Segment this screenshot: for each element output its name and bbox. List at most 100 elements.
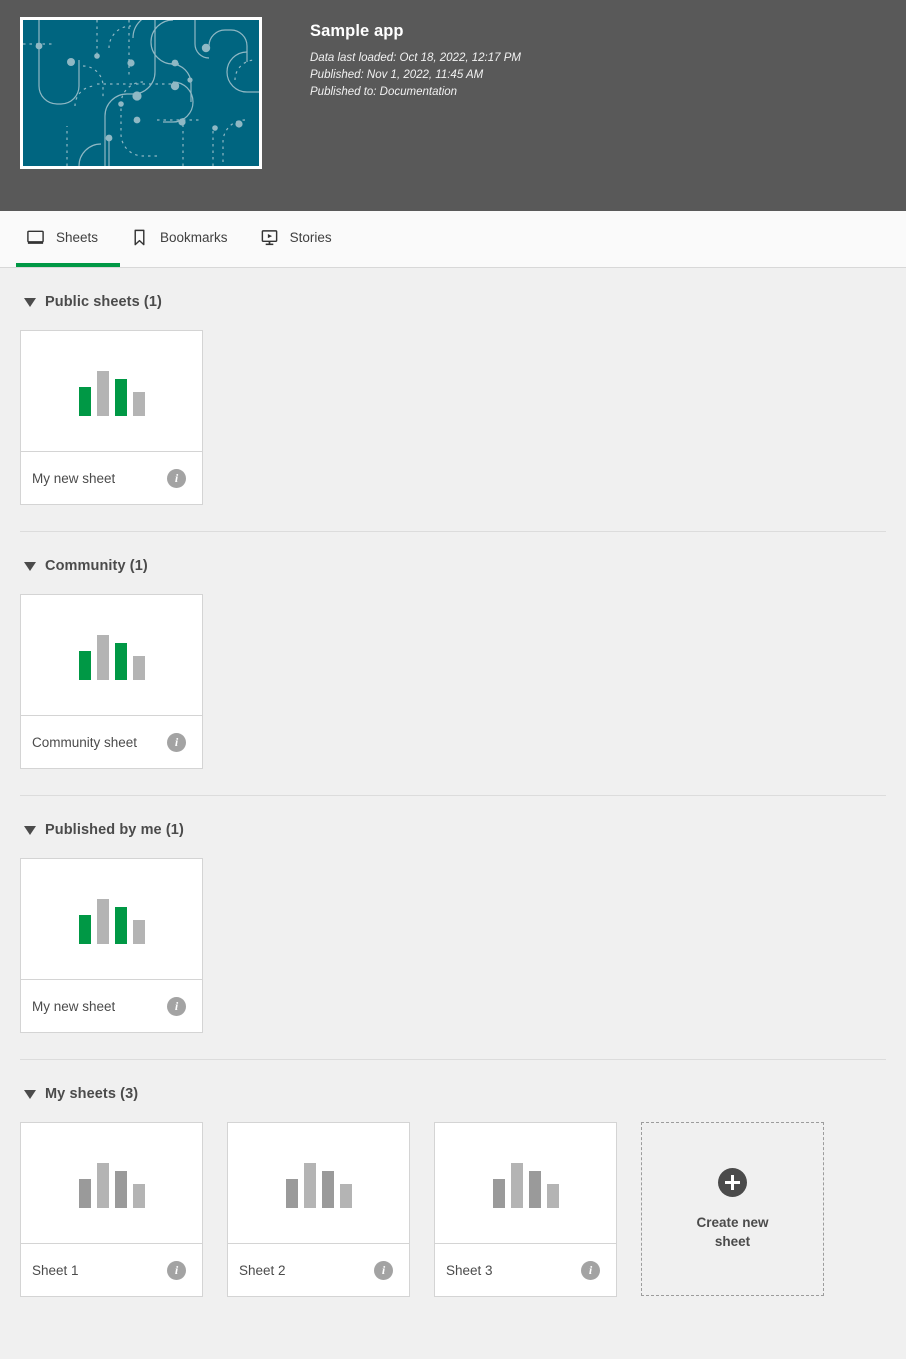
sheet-card-footer: My new sheet i xyxy=(21,980,202,1032)
chart-bar xyxy=(528,1171,541,1208)
tab-bookmarks[interactable]: Bookmarks xyxy=(120,211,250,267)
app-published-to: Published to: Documentation xyxy=(310,86,458,98)
chart-bar xyxy=(96,899,109,944)
section-header-toggle[interactable]: Public sheets (1) xyxy=(20,268,886,330)
sheet-thumbnail-chart xyxy=(492,1158,559,1208)
sheet-card-row: Sheet 1 i Sheet 2 i Sheet 3 i Create new sheet xyxy=(20,1122,886,1299)
sheet-name: Sheet 2 xyxy=(239,1262,286,1278)
chart-bar xyxy=(114,1171,127,1208)
app-title: Sample app xyxy=(310,22,404,40)
chart-bar xyxy=(492,1179,505,1208)
chart-bar xyxy=(114,907,127,944)
chevron-down-icon xyxy=(24,1089,36,1099)
info-icon[interactable]: i xyxy=(167,468,186,488)
sheet-section: Community (1) Community sheet i xyxy=(0,532,906,796)
info-icon[interactable]: i xyxy=(581,1260,600,1280)
sheet-thumbnail xyxy=(21,595,202,716)
section-header-toggle[interactable]: My sheets (3) xyxy=(20,1060,886,1122)
chart-bar xyxy=(114,643,127,680)
chart-bar xyxy=(96,1163,109,1208)
sheet-section: Published by me (1) My new sheet i xyxy=(0,796,906,1060)
tab-bookmarks-label: Bookmarks xyxy=(160,229,228,245)
sheet-card-row: Community sheet i xyxy=(20,594,886,771)
tab-bar: Sheets Bookmarks Stories xyxy=(0,211,906,268)
sheet-card[interactable]: My new sheet i xyxy=(20,858,203,1033)
sheet-card[interactable]: My new sheet i xyxy=(20,330,203,505)
section-title: Community (1) xyxy=(45,558,148,574)
sheet-section: Public sheets (1) My new sheet i xyxy=(0,268,906,532)
section-title: My sheets (3) xyxy=(45,1086,139,1102)
chevron-down-icon xyxy=(24,825,36,835)
sheet-thumbnail-chart xyxy=(78,630,145,680)
app-thumbnail-pattern xyxy=(23,20,259,166)
chart-bar xyxy=(78,651,91,680)
app-meta: Sample app Data last loaded: Oct 18, 202… xyxy=(310,17,521,101)
app-header: Sample app Data last loaded: Oct 18, 202… xyxy=(0,0,906,211)
sheet-card[interactable]: Sheet 3 i xyxy=(434,1122,617,1297)
story-icon xyxy=(261,229,277,245)
chart-bar xyxy=(285,1179,298,1208)
sheet-name: Sheet 1 xyxy=(32,1262,79,1278)
sheet-thumbnail xyxy=(435,1123,616,1244)
chart-bar xyxy=(96,371,109,416)
sheet-thumbnail-chart xyxy=(78,1158,145,1208)
chart-bar xyxy=(132,920,145,944)
tab-stories[interactable]: Stories xyxy=(250,211,354,267)
sheet-thumbnail-chart xyxy=(285,1158,352,1208)
chart-bar xyxy=(114,379,127,416)
info-icon[interactable]: i xyxy=(167,732,186,752)
sheet-thumbnail-chart xyxy=(78,366,145,416)
sheet-thumbnail xyxy=(21,859,202,980)
sheets-content: Public sheets (1) My new sheet i Community … xyxy=(0,268,906,1299)
sheet-thumbnail-chart xyxy=(78,894,145,944)
sheet-card-footer: Community sheet i xyxy=(21,716,202,768)
sheet-name: My new sheet xyxy=(32,998,116,1014)
app-data-last-loaded: Data last loaded: Oct 18, 2022, 12:17 PM xyxy=(310,52,521,64)
sheet-thumbnail xyxy=(21,331,202,452)
sheet-section: My sheets (3) Sheet 1 i Sheet 2 i Sheet 3 i Cre… xyxy=(0,1060,906,1299)
chart-bar xyxy=(339,1184,352,1208)
tab-sheets[interactable]: Sheets xyxy=(16,211,121,267)
sheet-card-footer: My new sheet i xyxy=(21,452,202,504)
chart-bar xyxy=(78,915,91,944)
bookmark-icon xyxy=(134,229,145,245)
sheet-thumbnail xyxy=(21,1123,202,1244)
create-new-sheet-label: Create new sheet xyxy=(696,1214,769,1249)
chart-bar xyxy=(132,1184,145,1208)
info-icon[interactable]: i xyxy=(167,996,186,1016)
info-icon[interactable]: i xyxy=(167,1260,186,1280)
sheet-card[interactable]: Community sheet i xyxy=(20,594,203,769)
section-header-toggle[interactable]: Community (1) xyxy=(20,532,886,594)
sheet-card[interactable]: Sheet 1 i xyxy=(20,1122,203,1297)
info-icon[interactable]: i xyxy=(374,1260,393,1280)
sheet-name: Community sheet xyxy=(32,734,138,750)
sheet-card[interactable]: Sheet 2 i xyxy=(227,1122,410,1297)
sheet-name: My new sheet xyxy=(32,470,116,486)
sheet-card-row: My new sheet i xyxy=(20,330,886,507)
sheet-icon xyxy=(27,230,44,244)
chart-bar xyxy=(78,1179,91,1208)
chart-bar xyxy=(96,635,109,680)
sheet-card-footer: Sheet 1 i xyxy=(21,1244,202,1296)
sheet-name: Sheet 3 xyxy=(446,1262,493,1278)
create-new-sheet-button[interactable]: Create new sheet xyxy=(641,1122,824,1296)
sheet-thumbnail xyxy=(228,1123,409,1244)
app-published-date: Published: Nov 1, 2022, 11:45 AM xyxy=(310,69,484,81)
chart-bar xyxy=(78,387,91,416)
chart-bar xyxy=(321,1171,334,1208)
sheet-card-row: My new sheet i xyxy=(20,858,886,1035)
section-title: Public sheets (1) xyxy=(45,294,162,310)
chart-bar xyxy=(303,1163,316,1208)
chart-bar xyxy=(132,656,145,680)
app-thumbnail[interactable] xyxy=(20,17,262,169)
plus-icon xyxy=(718,1167,747,1197)
tab-sheets-label: Sheets xyxy=(56,229,99,245)
tab-stories-label: Stories xyxy=(289,229,332,245)
chevron-down-icon xyxy=(24,297,36,307)
sheet-card-footer: Sheet 2 i xyxy=(228,1244,409,1296)
section-title: Published by me (1) xyxy=(45,822,184,838)
chart-bar xyxy=(546,1184,559,1208)
chart-bar xyxy=(510,1163,523,1208)
section-header-toggle[interactable]: Published by me (1) xyxy=(20,796,886,858)
chevron-down-icon xyxy=(24,561,36,571)
